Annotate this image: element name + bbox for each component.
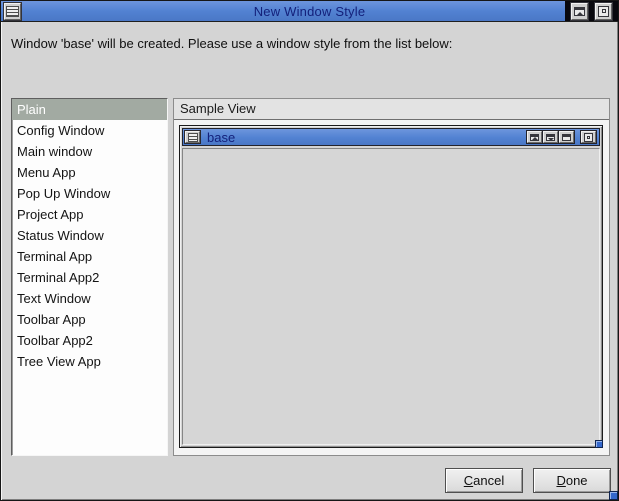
shade-icon <box>574 7 585 16</box>
shade-button[interactable] <box>571 3 588 20</box>
list-item-project-app[interactable]: Project App <box>12 204 167 225</box>
maximize-icon <box>598 6 609 17</box>
list-item-tree-view-app[interactable]: Tree View App <box>12 351 167 372</box>
window-resize-grip[interactable] <box>609 491 618 500</box>
preview-titlebar-buttons <box>526 130 597 144</box>
preview-window-title: base <box>207 130 235 145</box>
cancel-button[interactable]: Cancel <box>445 468 523 493</box>
window-menu-button[interactable] <box>4 3 21 20</box>
titlebar[interactable]: New Window Style <box>1 1 618 22</box>
maximize-button[interactable] <box>595 3 612 20</box>
list-item-pop-up-window[interactable]: Pop Up Window <box>12 183 167 204</box>
preview-menu-button[interactable] <box>185 131 200 143</box>
window-title: New Window Style <box>1 4 618 19</box>
message-text: Window 'base' will be created. Please us… <box>11 36 608 51</box>
preview-maximize-container <box>580 130 597 144</box>
list-item-plain[interactable]: Plain <box>12 99 167 120</box>
preview-plain-button[interactable] <box>559 131 574 143</box>
cancel-button-label: Cancel <box>446 473 522 488</box>
preview-window-body <box>182 148 600 445</box>
preview-titlebar[interactable]: base <box>182 128 600 146</box>
list-item-terminal-app2[interactable]: Terminal App2 <box>12 267 167 288</box>
list-item-config-window[interactable]: Config Window <box>12 120 167 141</box>
sample-panel: Sample View base <box>173 98 610 456</box>
list-item-menu-app[interactable]: Menu App <box>12 162 167 183</box>
new-window-style-dialog: New Window Style Window 'base' will be c… <box>0 0 619 501</box>
done-button[interactable]: Done <box>533 468 611 493</box>
shade-down-icon <box>546 134 555 141</box>
maximize-icon <box>584 133 593 142</box>
preview-maximize-button[interactable] <box>581 131 596 143</box>
menu-icon <box>6 6 19 17</box>
list-item-main-window[interactable]: Main window <box>12 141 167 162</box>
list-item-status-window[interactable]: Status Window <box>12 225 167 246</box>
dialog-body: Window 'base' will be created. Please us… <box>3 23 616 498</box>
preview-window: base <box>179 125 603 448</box>
plain-titlebar-icon <box>562 134 571 141</box>
list-item-toolbar-app2[interactable]: Toolbar App2 <box>12 330 167 351</box>
style-list[interactable]: Plain Config Window Main window Menu App… <box>11 98 168 456</box>
list-item-toolbar-app[interactable]: Toolbar App <box>12 309 167 330</box>
sample-panel-content: base <box>174 120 609 455</box>
list-item-text-window[interactable]: Text Window <box>12 288 167 309</box>
preview-button-group <box>526 130 575 144</box>
preview-shade-down-button[interactable] <box>543 131 558 143</box>
sample-panel-header: Sample View <box>174 99 609 120</box>
preview-shade-up-button[interactable] <box>527 131 542 143</box>
shade-up-icon <box>530 134 539 141</box>
titlebar-button-area <box>565 1 618 21</box>
preview-resize-grip[interactable] <box>595 440 603 448</box>
menu-icon <box>188 133 198 142</box>
done-button-label: Done <box>534 473 610 488</box>
list-item-terminal-app[interactable]: Terminal App <box>12 246 167 267</box>
